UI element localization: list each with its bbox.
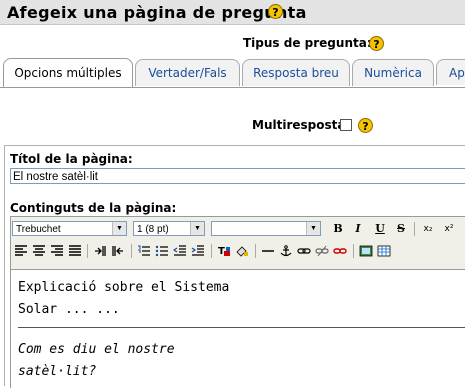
editor-content-area[interactable]: Explicació sobre el Sistema Solar ... ..…: [11, 269, 465, 388]
font-family-select[interactable]: Trebuchet ▼: [12, 221, 127, 236]
background-color-icon[interactable]: [235, 245, 249, 257]
align-justify-icon[interactable]: [68, 245, 82, 257]
ordered-list-icon[interactable]: [137, 245, 151, 257]
rtl-direction-icon[interactable]: [111, 245, 125, 257]
outdent-icon[interactable]: [173, 245, 187, 257]
content-line: Explicació sobre el Sistema: [18, 280, 230, 295]
unordered-list-icon[interactable]: [155, 245, 169, 257]
superscript-button[interactable]: x²: [441, 222, 457, 236]
chevron-down-icon: ▼: [112, 222, 126, 235]
subscript-button[interactable]: x₂: [420, 222, 436, 236]
toolbar-separator: [255, 244, 256, 258]
tab-true-false[interactable]: Vertader/Fals: [135, 59, 240, 86]
toolbar-separator: [211, 244, 212, 258]
chevron-down-icon: ▼: [306, 222, 320, 235]
horizontal-rule: [18, 327, 465, 328]
help-icon[interactable]: ?: [358, 118, 373, 133]
toolbar-separator: [131, 244, 132, 258]
html-editor: Trebuchet ▼ 1 (8 pt) ▼ ▼ B I U S x₂ x² T…: [10, 216, 465, 388]
tab-matching[interactable]: Ap: [436, 59, 465, 85]
svg-text:T: T: [218, 246, 225, 257]
question-type-label: Tipus de pregunta:: [243, 36, 372, 50]
format-select[interactable]: ▼: [211, 221, 321, 236]
content-line: Com es diu el nostre: [18, 342, 175, 357]
page-title-label: Títol de la pàgina:: [10, 152, 133, 166]
multiresponse-row: Multiresposta ?: [252, 118, 373, 133]
link-icon[interactable]: [297, 245, 311, 257]
page-contents-label: Continguts de la pàgina:: [10, 201, 177, 215]
font-size-select[interactable]: 1 (8 pt) ▼: [133, 221, 205, 236]
chevron-down-icon: ▼: [190, 222, 204, 235]
toolbar-separator: [353, 244, 354, 258]
nolink-icon[interactable]: [333, 245, 347, 257]
help-icon[interactable]: ?: [369, 36, 384, 51]
insert-image-icon[interactable]: [359, 245, 373, 257]
insert-table-icon[interactable]: [377, 245, 391, 257]
unlink-icon[interactable]: [315, 245, 329, 257]
align-left-icon[interactable]: [14, 245, 28, 257]
indent-icon[interactable]: [191, 245, 205, 257]
strikethrough-button[interactable]: S: [394, 222, 408, 236]
tab-numerical[interactable]: Numèrica: [352, 59, 434, 86]
multiresponse-label: Multiresposta: [252, 118, 346, 132]
page-title: Afegeix una pàgina de pregunta: [7, 3, 307, 22]
content-line: Solar ... ...: [18, 302, 120, 317]
ltr-direction-icon[interactable]: [93, 245, 107, 257]
tab-multiple-choice[interactable]: Opcions múltiples: [3, 58, 133, 87]
italic-button[interactable]: I: [351, 222, 365, 236]
text-color-icon[interactable]: T: [217, 245, 231, 257]
multiresponse-checkbox[interactable]: [340, 119, 352, 131]
align-right-icon[interactable]: [50, 245, 64, 257]
toolbar-separator: [87, 244, 88, 258]
question-type-row: Tipus de pregunta: ?: [243, 36, 384, 51]
help-icon[interactable]: ?: [268, 4, 283, 19]
horizontal-rule-icon[interactable]: [261, 245, 275, 257]
bold-button[interactable]: B: [331, 222, 345, 236]
question-type-tabs: Opcions múltiples Vertader/Fals Resposta…: [0, 58, 465, 88]
anchor-icon[interactable]: [279, 245, 293, 257]
align-center-icon[interactable]: [32, 245, 46, 257]
underline-button[interactable]: U: [373, 222, 387, 236]
toolbar-separator: [414, 222, 415, 236]
page-title-input[interactable]: El nostre satèl·lit: [10, 168, 465, 184]
tab-short-answer[interactable]: Resposta breu: [242, 59, 350, 86]
page-header: Afegeix una pàgina de pregunta ?: [0, 0, 465, 25]
